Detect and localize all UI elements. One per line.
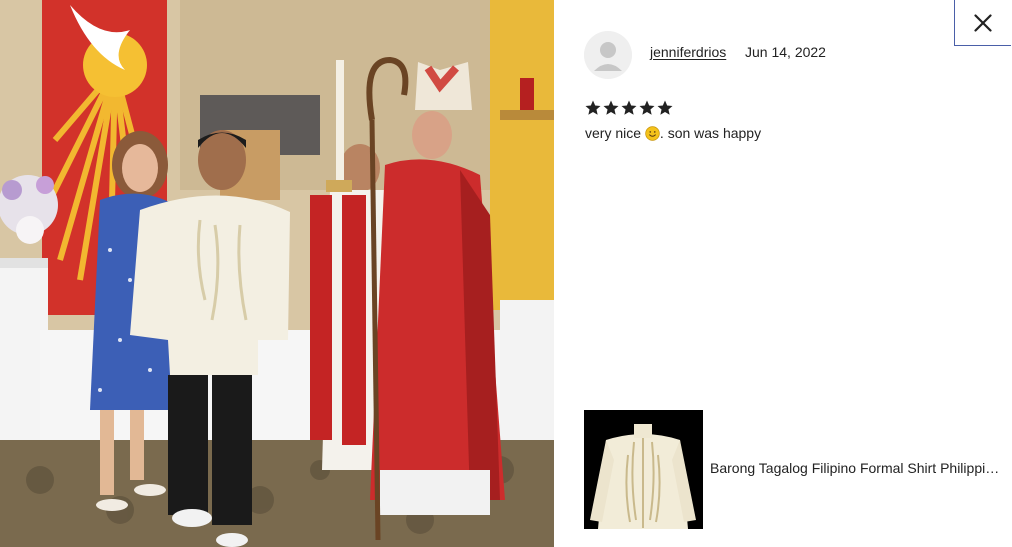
review-text-start: very nice (585, 125, 645, 141)
close-icon (974, 13, 992, 32)
review-photo (0, 0, 554, 547)
star-icon (656, 98, 674, 118)
star-icon (620, 98, 638, 118)
product-title-link[interactable]: Barong Tagalog Filipino Formal Shirt Phi… (710, 460, 1006, 476)
star-icon (638, 98, 656, 118)
review-date: Jun 14, 2022 (745, 44, 826, 60)
star-icon (602, 98, 620, 118)
default-avatar-icon (584, 31, 632, 79)
review-text-end: . son was happy (659, 125, 762, 141)
star-icon (584, 98, 602, 118)
reviewer-avatar[interactable] (584, 31, 632, 79)
product-thumbnail[interactable] (584, 410, 703, 529)
reviewer-name-link[interactable]: jenniferdrios (650, 44, 726, 60)
star-rating (584, 98, 674, 120)
close-button[interactable] (954, 0, 1011, 46)
smiling-face-emoji (645, 126, 660, 141)
review-text: very nice . son was happy (585, 125, 761, 141)
